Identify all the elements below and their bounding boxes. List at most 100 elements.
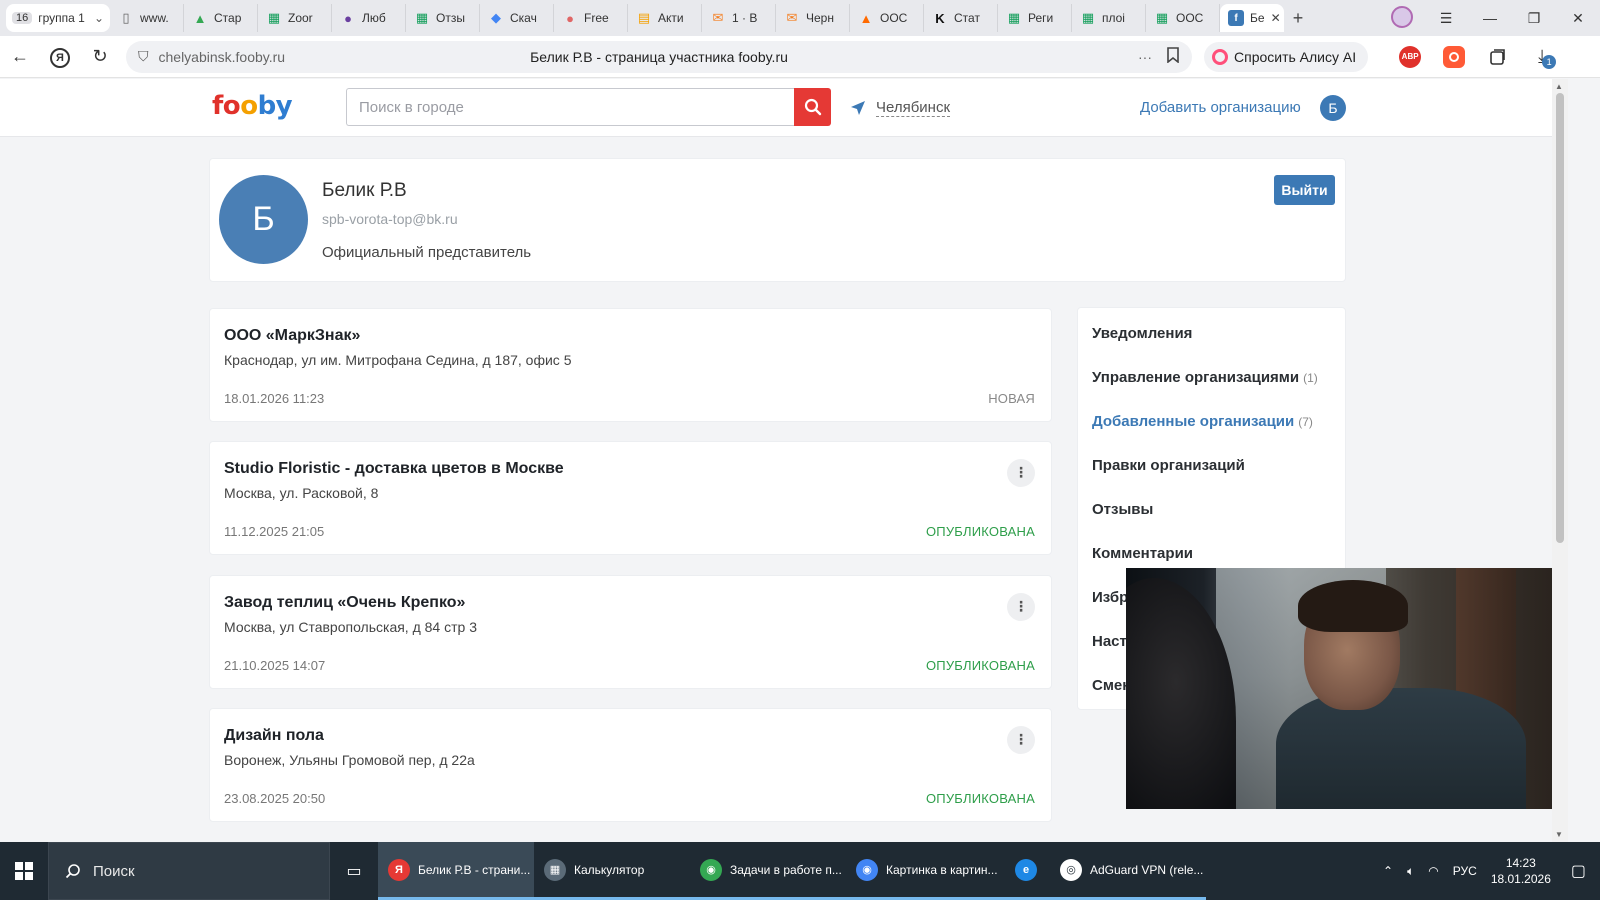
add-organization-link[interactable]: Добавить организацию — [1140, 99, 1301, 116]
logout-button[interactable]: Выйти — [1274, 175, 1335, 205]
taskbar-app-label: Калькулятор — [574, 862, 645, 877]
yandex-logo-icon[interactable]: Я — [40, 45, 80, 68]
more-vertical-icon[interactable]: ⋮ — [1007, 593, 1035, 621]
scrollbar-thumb[interactable] — [1556, 93, 1564, 543]
search-icon — [804, 98, 821, 116]
ask-alice-button[interactable]: Спросить Алису AI — [1204, 41, 1369, 72]
menu-icon[interactable]: ☰ — [1424, 10, 1468, 27]
clock[interactable]: 14:23 18.01.2026 — [1491, 855, 1551, 887]
tab-label: Люб — [362, 11, 386, 25]
task-view-icon[interactable]: ▭ — [330, 842, 378, 900]
language-indicator[interactable]: РУС — [1453, 864, 1477, 878]
menu-item-organization-edits[interactable]: Правки организаций — [1092, 457, 1245, 474]
back-arrow-icon[interactable]: ← — [0, 46, 40, 67]
page-icon: ▯ — [122, 10, 130, 25]
more-vertical-icon[interactable]: ⋮ — [1007, 726, 1035, 754]
menu-item-reviews[interactable]: Отзывы — [1092, 501, 1153, 518]
menu-item-label: Правки организаций — [1092, 457, 1245, 474]
restore-icon[interactable]: ❐ — [1512, 10, 1556, 27]
profile-email: spb-vorota-top@bk.ru — [322, 211, 458, 227]
close-window-icon[interactable]: ✕ — [1556, 10, 1600, 27]
browser-tab[interactable]: ▦ плоі — [1072, 4, 1146, 32]
org-name[interactable]: ООО «МаркЗнак» — [224, 327, 360, 345]
browser-tab[interactable]: ◆ Скач — [480, 4, 554, 32]
taskbar-search[interactable]: Поиск — [48, 842, 330, 900]
bookmark-icon[interactable] — [1166, 47, 1180, 66]
tab-label: www. — [140, 11, 169, 25]
profile-avatar-icon[interactable] — [1380, 5, 1424, 31]
menu-item-manage-organizations[interactable]: Управление организациями (1) — [1092, 369, 1318, 386]
clock-time: 14:23 — [1505, 856, 1536, 870]
org-card[interactable]: Завод теплиц «Очень Крепко» Москва, ул С… — [209, 575, 1052, 689]
menu-item-favorites[interactable]: Избр — [1092, 589, 1128, 606]
org-card[interactable]: Studio Floristic - доставка цветов в Мос… — [209, 441, 1052, 555]
extension-icon[interactable] — [1432, 45, 1476, 68]
browser-tab[interactable]: ▯ www. — [110, 4, 184, 32]
taskbar-app[interactable]: ◉ Картинка в картин... — [846, 842, 1002, 900]
taskbar-app-list: Я Белик Р.В - страни... ▦ Калькулятор ◉ Задач… — [378, 842, 1206, 900]
city-selector[interactable]: Челябинск — [850, 99, 951, 117]
org-date: 21.10.2025 14:07 — [224, 658, 326, 673]
page-scrollbar[interactable]: ▲ ▼ — [1552, 79, 1568, 842]
browser-tab[interactable]: ▦ Отзы — [406, 4, 480, 32]
org-name[interactable]: Дизайн пола — [224, 727, 324, 745]
notifications-icon[interactable]: ▢ — [1571, 861, 1586, 881]
org-name[interactable]: Studio Floristic - доставка цветов в Мос… — [224, 460, 564, 478]
browser-tab[interactable]: ✉ Черн — [776, 4, 850, 32]
more-dots-icon[interactable]: ··· — [1138, 49, 1152, 65]
tab-list: ▯ www. ▲ Стар ▦ Zoor ● Люб ▦ Отзы ◆ Скач ● Free ▤ Акти ✉… — [110, 4, 1220, 32]
browser-tab[interactable]: ● Free — [554, 4, 628, 32]
menu-item-label: Избр — [1092, 589, 1129, 606]
tab-active[interactable]: f Бе ✕ — [1220, 4, 1284, 32]
tab-group-label: группа 1 — [38, 11, 85, 25]
mail-icon: ✉ — [786, 10, 798, 25]
menu-item-notifications[interactable]: Уведомления — [1092, 325, 1192, 342]
volume-icon[interactable]: 🔈︎ — [1407, 864, 1414, 879]
tab-group[interactable]: 16 группа 1 ⌄ — [6, 4, 110, 32]
taskbar-app[interactable]: Я Белик Р.В - страни... — [378, 842, 534, 900]
fooby-icon: f — [1228, 10, 1244, 26]
chevron-up-icon[interactable]: ⌃ — [1383, 864, 1393, 878]
fooby-logo[interactable]: fooby — [212, 91, 293, 121]
browser-tab[interactable]: ▦ Реги — [998, 4, 1072, 32]
org-card[interactable]: ООО «МаркЗнак» Краснодар, ул им. Митрофа… — [209, 308, 1052, 422]
google-sheets-icon: ▦ — [415, 10, 429, 25]
reload-icon[interactable]: ↻ — [80, 46, 120, 67]
user-avatar[interactable]: Б — [1320, 95, 1346, 121]
url-field[interactable]: ⛉ chelyabinsk.fooby.ru Белик Р.В - стран… — [126, 40, 1192, 73]
menu-item-comments[interactable]: Комментарии — [1092, 545, 1193, 562]
adguard-vpn-icon: ◎ — [1060, 858, 1082, 881]
taskbar-app[interactable]: e — [1002, 842, 1050, 900]
more-vertical-icon[interactable]: ⋮ — [1007, 459, 1035, 487]
browser-tab[interactable]: ▦ ООС — [1146, 4, 1220, 32]
search-input[interactable] — [346, 88, 794, 126]
adblock-plus-icon[interactable]: ABP — [1388, 45, 1432, 68]
taskbar-app[interactable]: ▦ Калькулятор — [534, 842, 690, 900]
search-button[interactable] — [794, 88, 831, 126]
scroll-down-icon[interactable]: ▼ — [1555, 830, 1563, 839]
org-card[interactable]: Дизайн пола Воронеж, Ульяны Громовой пер… — [209, 708, 1052, 822]
new-tab-button[interactable]: + — [1284, 8, 1312, 29]
collections-icon[interactable] — [1476, 47, 1520, 67]
wifi-icon[interactable]: ◠ — [1428, 864, 1438, 878]
org-date: 18.01.2026 11:23 — [224, 391, 325, 406]
taskbar-app[interactable]: ◉ Задачи в работе п... — [690, 842, 846, 900]
browser-tab[interactable]: ▲ ООС — [850, 4, 924, 32]
menu-item-added-organizations[interactable]: Добавленные организации (7) — [1092, 413, 1313, 430]
scroll-up-icon[interactable]: ▲ — [1555, 82, 1563, 91]
org-name[interactable]: Завод теплиц «Очень Крепко» — [224, 594, 465, 612]
windows-start-icon[interactable] — [0, 842, 48, 900]
profile-name: Белик Р.В — [322, 180, 407, 201]
tab-label: Черн — [806, 11, 834, 25]
browser-tab[interactable]: ✉ 1 · В — [702, 4, 776, 32]
picture-in-picture-video[interactable] — [1126, 568, 1555, 809]
browser-tab[interactable]: ▦ Zoor — [258, 4, 332, 32]
minimize-icon[interactable]: — — [1468, 10, 1512, 26]
close-icon[interactable]: ✕ — [1271, 11, 1281, 25]
taskbar-app[interactable]: ◎ AdGuard VPN (rele... — [1050, 842, 1206, 900]
browser-tab[interactable]: ▲ Стар — [184, 4, 258, 32]
browser-tab[interactable]: K Стат — [924, 4, 998, 32]
downloads-icon[interactable]: ⤓ 1 — [1520, 46, 1564, 69]
browser-tab[interactable]: ▤ Акти — [628, 4, 702, 32]
browser-tab[interactable]: ● Люб — [332, 4, 406, 32]
